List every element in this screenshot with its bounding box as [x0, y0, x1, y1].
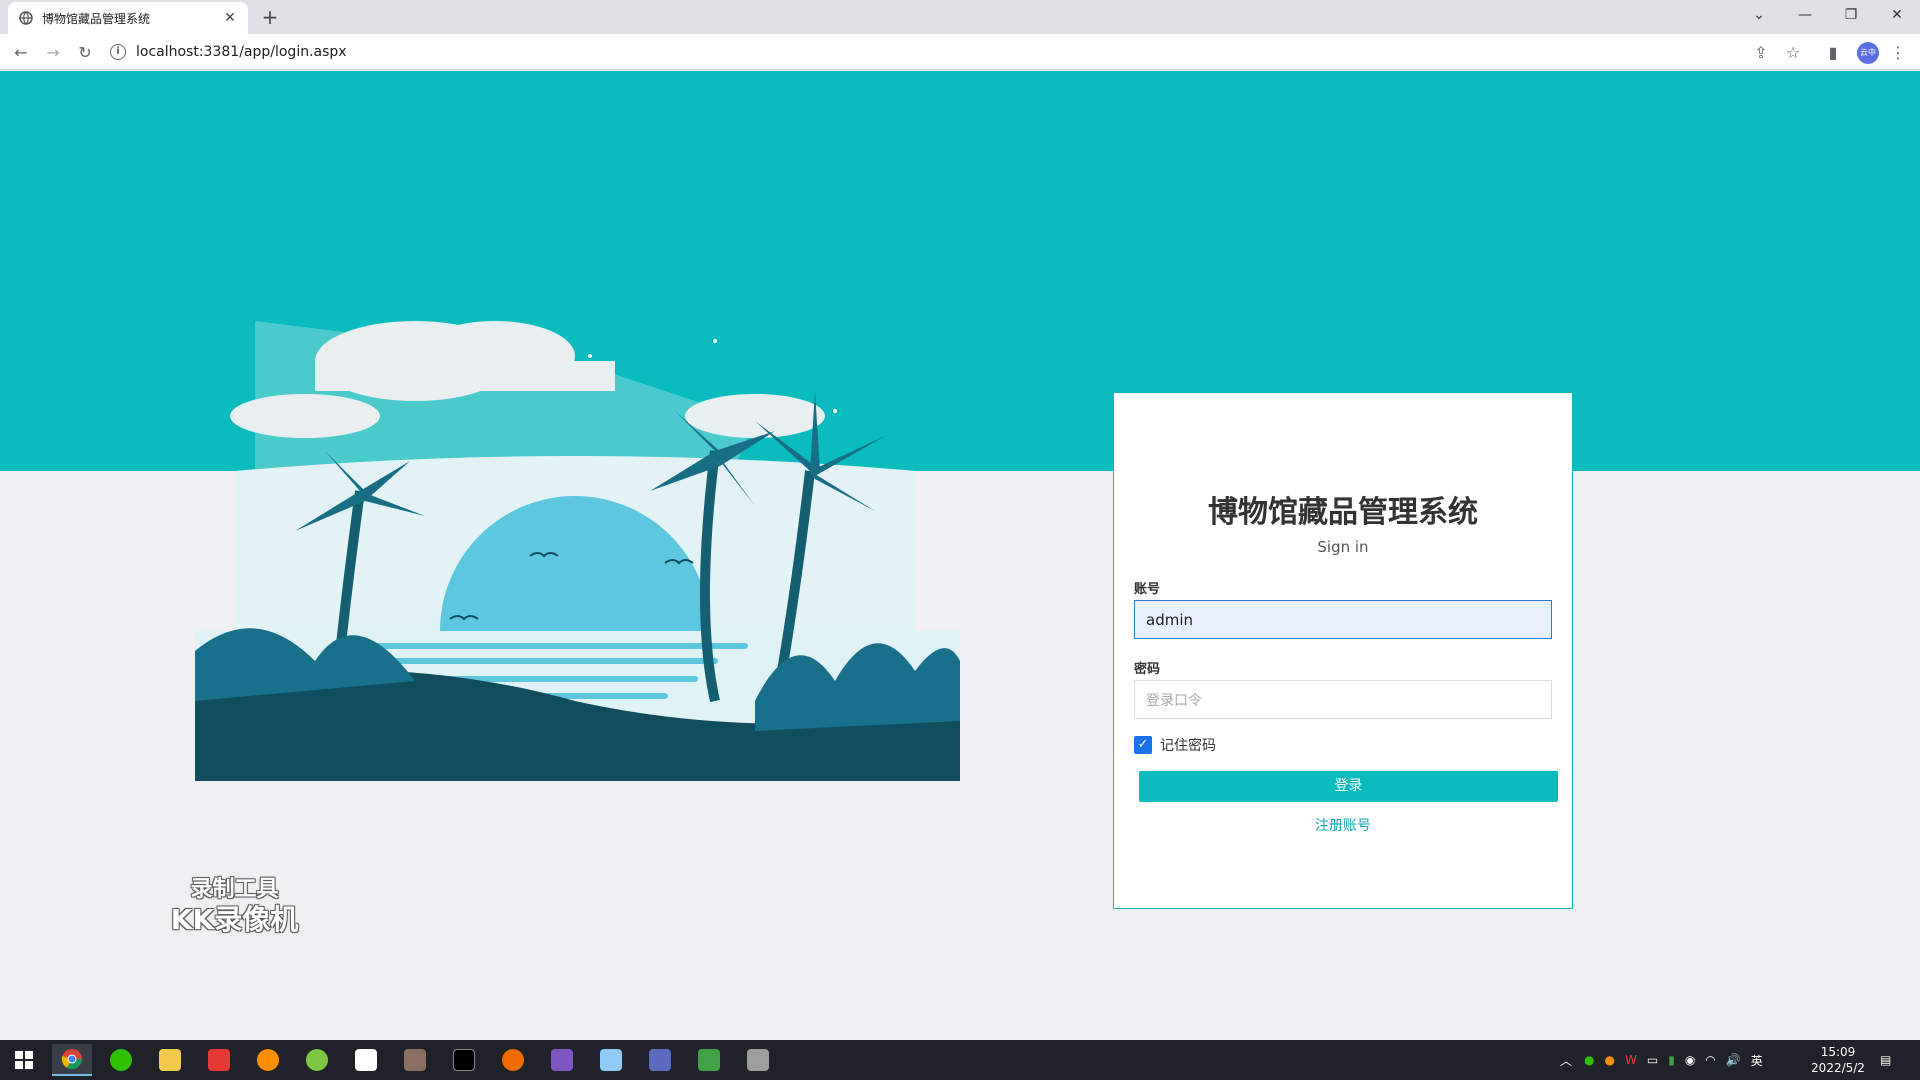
- wps-icon[interactable]: [199, 1044, 239, 1076]
- tray-qq-icon[interactable]: ◉: [1685, 1053, 1695, 1067]
- minimize-icon[interactable]: —: [1782, 0, 1828, 30]
- page-title: 博物馆藏品管理系统: [1208, 495, 1478, 530]
- green-app-icon[interactable]: [297, 1044, 337, 1076]
- wechat-icon[interactable]: [101, 1044, 141, 1076]
- image-app-icon[interactable]: [640, 1044, 680, 1076]
- back-icon[interactable]: ←: [9, 40, 33, 64]
- system-clock[interactable]: 15:09 2022/5/2: [1798, 1044, 1878, 1076]
- beach-illustration: [195, 321, 960, 781]
- snip-tool-icon[interactable]: [738, 1044, 778, 1076]
- windows-start-icon[interactable]: [4, 1044, 44, 1076]
- side-panel-icon[interactable]: ▮: [1821, 40, 1845, 64]
- input-method-indicator[interactable]: 英: [1751, 1052, 1763, 1069]
- share-icon[interactable]: ⇪: [1749, 40, 1773, 64]
- tray-chevron-icon[interactable]: ︿: [1560, 1052, 1572, 1069]
- tray-wechat-icon[interactable]: ●: [1584, 1053, 1594, 1067]
- browser-tab[interactable]: 博物馆藏品管理系统 ✕: [8, 2, 248, 34]
- notepad-app-icon[interactable]: [591, 1044, 631, 1076]
- site-info-icon[interactable]: i: [110, 44, 126, 60]
- watermark-line2: KK录像机: [170, 903, 299, 936]
- account-input[interactable]: [1134, 600, 1552, 639]
- login-page: 博物馆藏品管理系统 Sign in 账号 密码 ✓ 记住密码 登录 注册账号 录…: [0, 71, 1920, 1039]
- login-card: 博物馆藏品管理系统 Sign in 账号 密码 ✓ 记住密码 登录 注册账号: [1113, 392, 1573, 909]
- excel-app-icon[interactable]: [689, 1044, 729, 1076]
- close-tab-icon[interactable]: ✕: [222, 10, 238, 26]
- clock-date: 2022/5/2: [1811, 1061, 1865, 1075]
- password-input[interactable]: [1134, 680, 1552, 719]
- chrome-icon[interactable]: [52, 1044, 92, 1076]
- tray-wps-icon[interactable]: W: [1625, 1053, 1637, 1067]
- new-tab-button[interactable]: +: [258, 6, 282, 30]
- volume-icon[interactable]: 🔊: [1726, 1053, 1741, 1067]
- recorder-watermark: 录制工具 KK录像机: [162, 876, 307, 936]
- tray-search-icon[interactable]: ●: [1605, 1053, 1615, 1067]
- close-window-icon[interactable]: ✕: [1874, 0, 1920, 30]
- notification-icon[interactable]: ▤: [1880, 1040, 1891, 1080]
- browser-tabstrip: 博物馆藏品管理系统 ✕ + ⌄ — ❐ ✕: [0, 0, 1920, 34]
- wifi-icon[interactable]: ◠: [1705, 1053, 1715, 1067]
- remember-password[interactable]: ✓ 记住密码: [1134, 735, 1216, 755]
- browser-toolbar: ← → ↻ i localhost:3381/app/login.aspx ⇪ …: [0, 34, 1920, 70]
- file-explorer-icon[interactable]: [150, 1044, 190, 1076]
- reload-icon[interactable]: ↻: [73, 40, 97, 64]
- address-bar[interactable]: i localhost:3381/app/login.aspx: [110, 38, 1750, 66]
- terminal-icon[interactable]: [444, 1044, 484, 1076]
- url-text: localhost:3381/app/login.aspx: [136, 44, 347, 60]
- clock-time: 15:09: [1820, 1045, 1856, 1059]
- checkbox-checked-icon[interactable]: ✓: [1134, 736, 1152, 754]
- globe-icon: [18, 10, 34, 26]
- tab-title: 博物馆藏品管理系统: [42, 11, 151, 26]
- tray-display-icon[interactable]: ▭: [1647, 1053, 1658, 1067]
- search-tool-icon[interactable]: [248, 1044, 288, 1076]
- baidu-netdisk-icon[interactable]: [346, 1044, 386, 1076]
- tray-battery-icon[interactable]: ▮: [1668, 1053, 1675, 1067]
- settings-app-icon[interactable]: [395, 1044, 435, 1076]
- profile-avatar[interactable]: 云中: [1857, 42, 1879, 64]
- bookmark-star-icon[interactable]: ☆: [1781, 40, 1805, 64]
- restore-icon[interactable]: ❐: [1828, 0, 1874, 30]
- windows-taskbar: ︿ ● ● W ▭ ▮ ◉ ◠ 🔊 英 15:09 2022/5/2 ▤: [0, 1040, 1920, 1080]
- system-tray: ︿ ● ● W ▭ ▮ ◉ ◠ 🔊 英: [1560, 1040, 1763, 1080]
- sign-in-subtitle: Sign in: [1317, 538, 1369, 556]
- login-button[interactable]: 登录: [1139, 771, 1558, 802]
- visual-studio-icon[interactable]: [542, 1044, 582, 1076]
- tab-search-icon[interactable]: ⌄: [1736, 0, 1782, 30]
- menu-kebab-icon[interactable]: ⋮: [1886, 40, 1910, 64]
- register-link[interactable]: 注册账号: [1114, 815, 1572, 835]
- watermark-line1: 录制工具: [190, 877, 279, 902]
- account-label: 账号: [1134, 582, 1161, 597]
- remember-label: 记住密码: [1160, 738, 1216, 754]
- orange-app-icon[interactable]: [493, 1044, 533, 1076]
- forward-icon[interactable]: →: [41, 40, 65, 64]
- password-label: 密码: [1134, 662, 1161, 677]
